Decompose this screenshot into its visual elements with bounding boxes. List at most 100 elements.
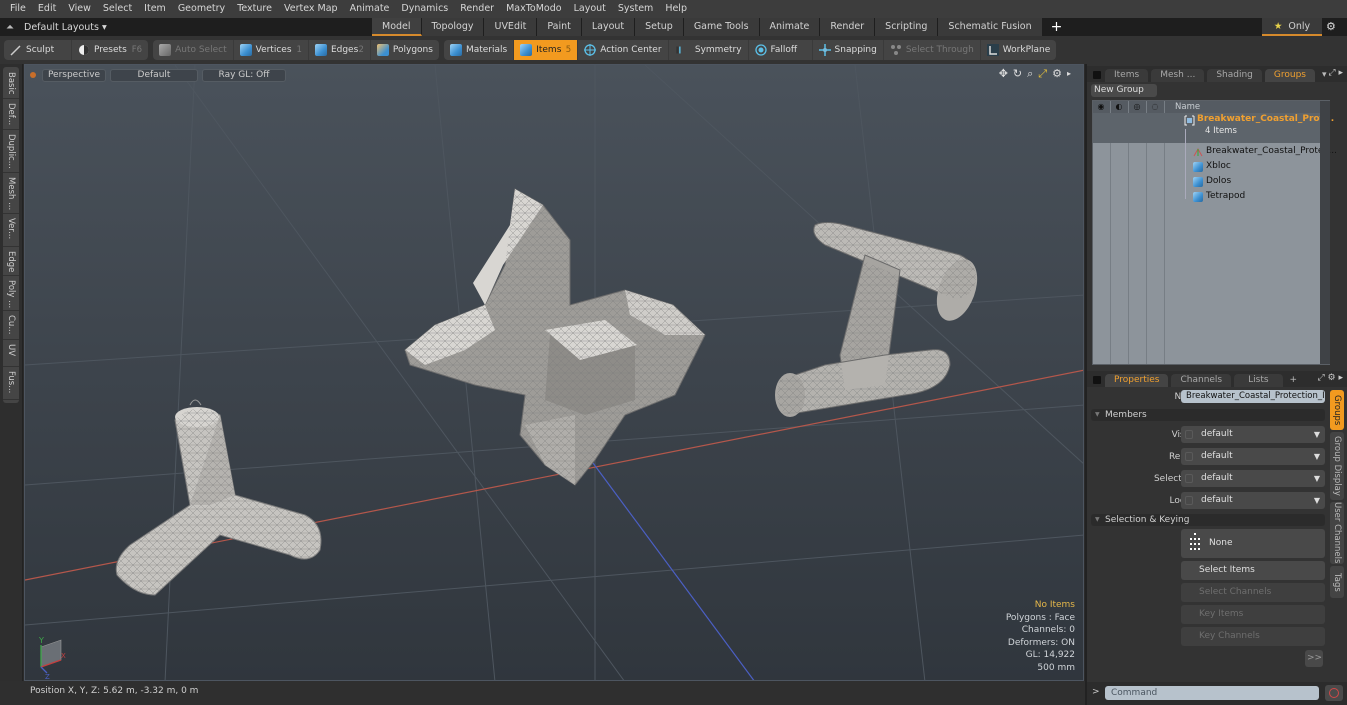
key-channels-button[interactable]: Key Channels <box>1181 627 1325 646</box>
lock-column-icon[interactable]: ◎ <box>1132 102 1142 112</box>
menu-dynamics[interactable]: Dynamics <box>395 0 454 18</box>
sculpt-button[interactable]: Sculpt <box>4 40 72 60</box>
tab-paint[interactable]: Paint <box>537 18 582 36</box>
snapping-button[interactable]: Snapping <box>813 40 884 60</box>
gear-icon[interactable]: ⚙ <box>1326 18 1340 36</box>
workplane-button[interactable]: WorkPlane <box>981 40 1056 60</box>
side-tab-groups[interactable]: Groups <box>1330 390 1344 430</box>
new-group-button[interactable]: New Group <box>1091 84 1157 97</box>
group-member-row[interactable]: Tetrapod <box>1193 189 1245 204</box>
maximize-icon[interactable]: ⤢ <box>1038 68 1047 80</box>
rotate-icon[interactable]: ↻ <box>1013 68 1022 80</box>
menu-help[interactable]: Help <box>659 0 693 18</box>
presets-button[interactable]: Presets F6 <box>72 40 148 60</box>
panel-expand-icon[interactable]: ⤢ ▸ <box>1328 68 1343 78</box>
falloff-button[interactable]: Falloff <box>749 40 813 60</box>
left-tab-fusion[interactable]: Fus... <box>3 368 19 400</box>
menu-select[interactable]: Select <box>97 0 138 18</box>
locked-dropdown[interactable]: default ▼ <box>1181 492 1325 509</box>
pan-icon[interactable]: ✥ <box>999 68 1008 80</box>
command-input[interactable] <box>1105 686 1319 700</box>
lock-icon[interactable] <box>1185 496 1193 505</box>
only-favorites-button[interactable]: ★ Only <box>1262 18 1322 36</box>
tab-items[interactable]: Items <box>1105 69 1149 82</box>
tabs-dropdown-icon[interactable]: ▾ <box>1322 69 1327 82</box>
left-tab-mesh[interactable]: Mesh ... <box>3 174 19 214</box>
select-items-button[interactable]: Select Items <box>1181 561 1325 580</box>
symmetry-button[interactable]: Symmetry <box>669 40 749 60</box>
tab-uvedit[interactable]: UVEdit <box>484 18 538 36</box>
tab-lists[interactable]: Lists <box>1234 374 1283 387</box>
select-through-button[interactable]: Select Through <box>884 40 981 60</box>
menu-animate[interactable]: Animate <box>344 0 396 18</box>
panel-pin-icon[interactable] <box>1093 71 1101 79</box>
lock-icon[interactable] <box>1185 474 1193 483</box>
group-name[interactable]: Breakwater_Coastal_Prot... <box>1197 114 1334 124</box>
group-member-row[interactable]: Breakwater_Coastal_Protec... <box>1193 144 1337 159</box>
materials-button[interactable]: Materials <box>444 40 515 60</box>
select-column-icon[interactable]: ◌ <box>1150 102 1160 112</box>
left-tab-curve[interactable]: Cu... <box>3 312 19 340</box>
side-tab-tags[interactable]: Tags <box>1330 566 1344 598</box>
menu-maxtomodo[interactable]: MaxToModo <box>500 0 568 18</box>
viewport-more-icon[interactable]: ▸ <box>1067 68 1071 80</box>
group-member-row[interactable]: Dolos <box>1193 174 1231 189</box>
menu-texture[interactable]: Texture <box>231 0 278 18</box>
menu-system[interactable]: System <box>612 0 659 18</box>
panel-expand-icon[interactable]: ⤢ ⚙ ▸ <box>1317 373 1343 383</box>
zoom-icon[interactable]: ⌕ <box>1027 68 1033 80</box>
more-button[interactable]: >> <box>1305 650 1323 667</box>
shading-dropdown[interactable]: Default <box>110 68 198 82</box>
tab-shading[interactable]: Shading <box>1207 69 1262 82</box>
menu-vertex-map[interactable]: Vertex Map <box>278 0 344 18</box>
items-button[interactable]: Items 5 <box>514 40 579 60</box>
visible-dropdown[interactable]: default ▼ <box>1181 426 1325 443</box>
tab-topology[interactable]: Topology <box>421 18 485 36</box>
group-name-field[interactable]: Breakwater_Coastal_Protection_I <box>1181 390 1325 403</box>
left-tab-deform[interactable]: Def... <box>3 100 19 130</box>
layout-up-icon[interactable]: ⏶ <box>0 22 20 33</box>
none-selection-button[interactable]: None <box>1181 529 1325 558</box>
tab-animate[interactable]: Animate <box>759 18 821 36</box>
left-tab-uv[interactable]: UV <box>3 341 19 367</box>
tab-properties[interactable]: Properties <box>1105 374 1169 387</box>
viewport-settings-icon[interactable]: ⚙ <box>1052 68 1062 80</box>
side-tab-user-channels[interactable]: User Channels <box>1330 502 1344 564</box>
side-tab-group-display[interactable]: Group Display <box>1330 432 1344 500</box>
visibility-column-icon[interactable]: ◉ <box>1096 102 1106 112</box>
menu-edit[interactable]: Edit <box>32 0 62 18</box>
left-tab-basic[interactable]: Basic <box>3 69 19 99</box>
view-type-dropdown[interactable]: Perspective <box>42 68 106 82</box>
left-tab-vertex[interactable]: Ver... <box>3 215 19 247</box>
render-dropdown[interactable]: default ▼ <box>1181 448 1325 465</box>
action-center-button[interactable]: Action Center <box>578 40 669 60</box>
menu-view[interactable]: View <box>62 0 97 18</box>
vertices-button[interactable]: Vertices 1 <box>234 40 309 60</box>
selectable-dropdown[interactable]: default ▼ <box>1181 470 1325 487</box>
selection-keying-section-header[interactable]: Selection & Keying <box>1091 514 1325 526</box>
menu-geometry[interactable]: Geometry <box>172 0 231 18</box>
3d-viewport[interactable]: Y X Z Perspective Default Ray GL: Off ✥ … <box>24 64 1084 681</box>
members-section-header[interactable]: Members <box>1091 409 1325 421</box>
layout-selector[interactable]: Default Layouts ▾ <box>24 22 372 33</box>
auto-select-button[interactable]: Auto Select <box>153 40 234 60</box>
left-tab-edge[interactable]: Edge <box>3 248 19 276</box>
menu-file[interactable]: File <box>4 0 32 18</box>
tab-schematic-fusion[interactable]: Schematic Fusion <box>938 18 1043 36</box>
render-column-icon[interactable]: ◐ <box>1114 102 1124 112</box>
tab-mesh[interactable]: Mesh ... <box>1151 69 1205 82</box>
lock-icon[interactable] <box>1185 430 1193 439</box>
tab-game-tools[interactable]: Game Tools <box>683 18 760 36</box>
groups-list-scrollbar[interactable] <box>1320 101 1330 364</box>
raygl-toggle[interactable]: Ray GL: Off <box>202 68 286 82</box>
tab-groups[interactable]: Groups <box>1264 69 1315 82</box>
select-channels-button[interactable]: Select Channels <box>1181 583 1325 602</box>
group-member-row[interactable]: Xbloc <box>1193 159 1231 174</box>
tab-layout[interactable]: Layout <box>581 18 636 36</box>
add-tab-icon[interactable]: + <box>1290 374 1298 387</box>
panel-pin-icon[interactable] <box>1093 376 1101 384</box>
tab-setup[interactable]: Setup <box>635 18 684 36</box>
left-tab-duplicate[interactable]: Duplic... <box>3 131 19 173</box>
edges-button[interactable]: Edges 2 <box>309 40 371 60</box>
add-tab-icon[interactable]: + <box>1051 19 1063 36</box>
